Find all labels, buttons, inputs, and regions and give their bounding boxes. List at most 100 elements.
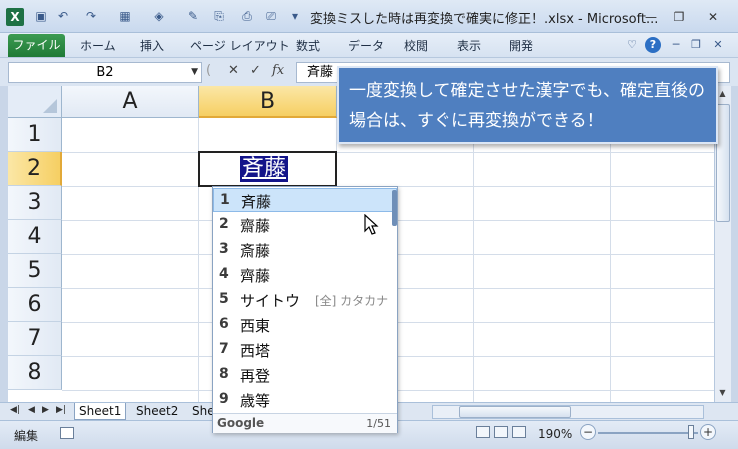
row-header-6[interactable]: 6: [8, 288, 62, 322]
print-preview-icon[interactable]: ⎙: [240, 9, 254, 23]
format-painter-icon[interactable]: ✎: [186, 9, 200, 23]
row-header-7[interactable]: 7: [8, 322, 62, 356]
page-break-view-icon[interactable]: [512, 426, 526, 438]
zoom-out-icon[interactable]: −: [580, 424, 596, 440]
undo-icon[interactable]: ↶: [56, 9, 70, 23]
tab-developer[interactable]: 開発: [509, 37, 533, 54]
first-sheet-icon[interactable]: ◀|: [10, 405, 20, 415]
ime-candidate-item[interactable]: 4 齊藤: [213, 263, 397, 287]
candidate-note: [全] カタカナ: [315, 294, 389, 308]
candidate-word: 西東: [240, 317, 271, 335]
tab-formulas[interactable]: 数式: [296, 37, 320, 54]
sheet-tab-sheet1[interactable]: Sheet1: [74, 403, 127, 420]
formula-buttons: ( ✕ ✓ fx: [204, 62, 294, 83]
name-box-value: B2: [96, 65, 114, 80]
column-header-a[interactable]: A: [62, 86, 199, 118]
zoom-slider[interactable]: [598, 432, 698, 434]
candidate-word: 齊藤: [240, 267, 271, 285]
vertical-scroll-thumb[interactable]: [716, 104, 730, 222]
borders-icon[interactable]: ▦: [118, 9, 132, 23]
candidate-number: 5: [219, 291, 229, 307]
window-title: 変換ミスした時は再変換で確実に修正！.xlsx - Microsoft...: [310, 12, 659, 27]
minimize-ribbon-icon[interactable]: ♡: [624, 37, 640, 53]
ime-candidate-item[interactable]: 8 再登: [213, 363, 397, 387]
ime-brand: Google: [217, 416, 265, 430]
chevron-down-icon[interactable]: ▼: [191, 63, 198, 82]
candidate-word: 斉藤: [241, 193, 272, 211]
excel-logo-icon[interactable]: X: [6, 8, 24, 26]
minimize-icon[interactable]: —: [638, 8, 664, 26]
normal-view-icon[interactable]: [476, 426, 490, 438]
prev-sheet-icon[interactable]: ◀: [28, 405, 35, 415]
fill-color-icon[interactable]: ◈: [152, 9, 166, 23]
close-icon[interactable]: ✕: [700, 8, 726, 26]
tab-view[interactable]: 表示: [457, 37, 481, 54]
doc-close-icon[interactable]: ✕: [710, 37, 726, 53]
name-box[interactable]: B2 ▼: [8, 62, 202, 83]
zoom-slider-thumb[interactable]: [688, 425, 694, 439]
save-icon[interactable]: ▣: [34, 9, 48, 23]
doc-minimize-icon[interactable]: ─: [668, 37, 684, 53]
zoom-level[interactable]: 190%: [538, 427, 572, 441]
tab-home[interactable]: ホーム: [80, 37, 116, 54]
row-header-3[interactable]: 3: [8, 186, 62, 220]
ribbon-tabs: ファイル ホーム 挿入 ページ レイアウト 数式 データ 校閲 表示 開発 ♡ …: [0, 33, 738, 57]
next-sheet-icon[interactable]: ▶: [42, 405, 49, 415]
paste-icon[interactable]: ⎘: [212, 9, 226, 23]
ime-candidate-item[interactable]: 7 西塔: [213, 338, 397, 362]
status-mode: 編集: [14, 429, 39, 443]
ime-candidate-item[interactable]: 6 西東: [213, 313, 397, 337]
horizontal-scroll-thumb[interactable]: [459, 406, 571, 418]
redo-icon[interactable]: ↷: [84, 9, 98, 23]
ime-candidate-item[interactable]: 9 歳等: [213, 388, 397, 412]
horizontal-scrollbar[interactable]: [432, 405, 704, 419]
last-sheet-icon[interactable]: ▶|: [56, 405, 66, 415]
ime-candidate-count: 1/51: [366, 417, 391, 430]
row-header-5[interactable]: 5: [8, 254, 62, 288]
candidate-number: 4: [219, 266, 229, 282]
active-cell-text: 斉藤: [240, 156, 289, 182]
row-header-2[interactable]: 2: [8, 152, 62, 186]
grid-line: [473, 118, 474, 402]
ime-candidate-item[interactable]: 1 斉藤: [213, 188, 397, 212]
restore-icon[interactable]: ❐: [666, 8, 692, 26]
active-cell-b2[interactable]: 斉藤: [198, 151, 337, 187]
page-layout-view-icon[interactable]: [494, 426, 508, 438]
ime-footer: Google 1/51: [213, 413, 397, 433]
tab-page-layout[interactable]: ページ レイアウト: [190, 37, 290, 54]
enter-check-icon[interactable]: ✓: [250, 63, 261, 78]
candidate-word: 西塔: [240, 342, 271, 360]
row-header-4[interactable]: 4: [8, 220, 62, 254]
column-header-b[interactable]: B: [199, 86, 337, 118]
zoom-in-icon[interactable]: +: [700, 424, 716, 440]
print-icon[interactable]: ⎚: [264, 9, 278, 23]
explanation-callout: 一度変換して確定させた漢字でも、確定直後の場合は、すぐに再変換ができる！: [337, 66, 718, 144]
macro-record-icon[interactable]: [60, 427, 74, 439]
sheet-tab-sheet2[interactable]: Sheet2: [132, 403, 182, 420]
help-icon[interactable]: ?: [645, 37, 661, 53]
row-header-1[interactable]: 1: [8, 118, 62, 152]
insert-function-icon[interactable]: fx: [272, 63, 284, 78]
select-all-corner[interactable]: [8, 86, 62, 118]
candidate-number: 9: [219, 391, 229, 407]
customize-qat-icon[interactable]: ▾: [288, 9, 302, 23]
candidate-number: 7: [219, 341, 229, 357]
candidate-number: 8: [219, 366, 229, 382]
candidate-number: 3: [219, 241, 229, 257]
doc-restore-icon[interactable]: ❐: [688, 37, 704, 53]
ime-candidate-item[interactable]: 3 斎藤: [213, 238, 397, 262]
candidate-number: 2: [219, 216, 229, 232]
candidate-word: 歳等: [240, 392, 271, 410]
tab-insert[interactable]: 挿入: [140, 37, 164, 54]
select-all-icon: [43, 99, 57, 113]
candidate-word: 齋藤: [240, 217, 271, 235]
cancel-icon[interactable]: ✕: [228, 63, 239, 78]
candidate-number: 6: [219, 316, 229, 332]
row-header-8[interactable]: 8: [8, 356, 62, 390]
tab-data[interactable]: データ: [348, 37, 384, 54]
tab-file[interactable]: ファイル: [8, 34, 65, 57]
tab-review[interactable]: 校閲: [404, 37, 428, 54]
ime-scroll-indicator[interactable]: [392, 190, 397, 226]
scroll-down-icon[interactable]: ▼: [715, 388, 730, 397]
ime-candidate-item[interactable]: 5 サイトウ [全] カタカナ: [213, 288, 397, 312]
